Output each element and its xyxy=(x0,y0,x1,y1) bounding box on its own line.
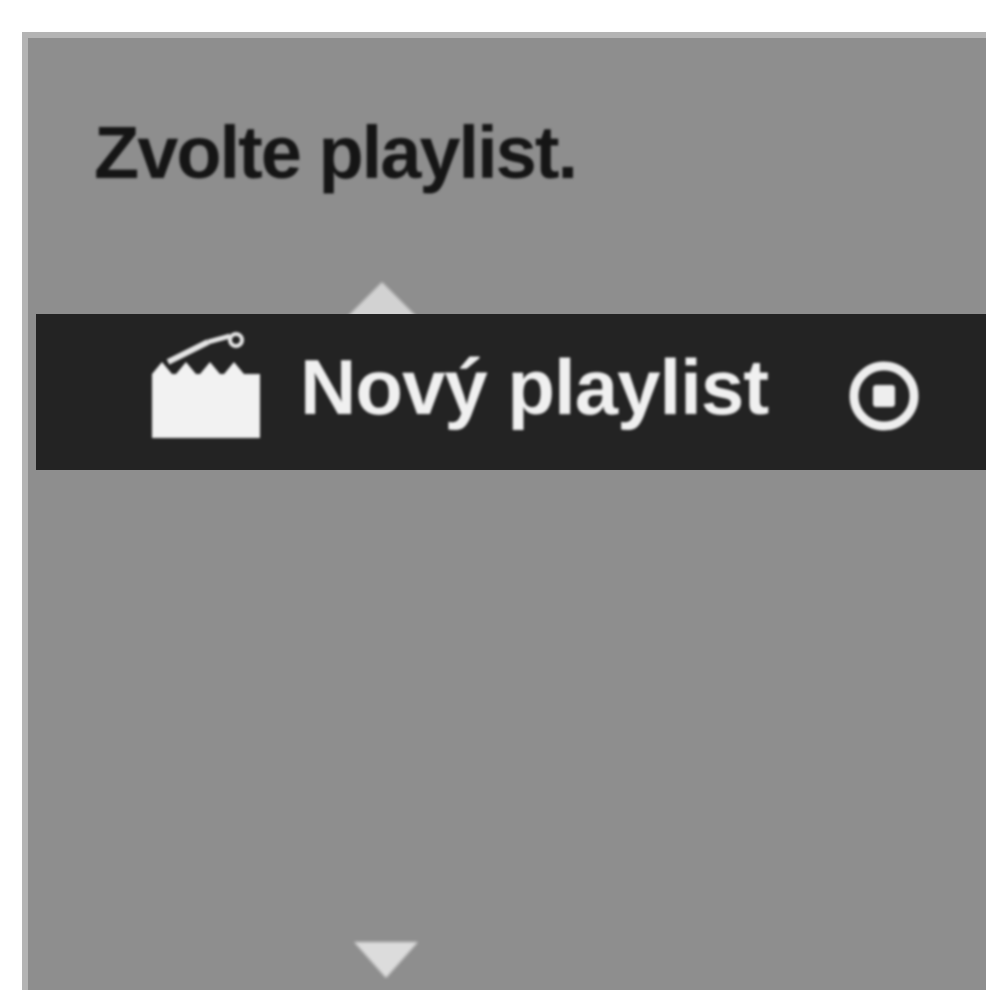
list-item-new-playlist[interactable]: Nový playlist xyxy=(36,314,986,470)
scroll-down-icon[interactable] xyxy=(354,942,418,978)
playlist-select-dialog: Zvolte playlist. Nový playlist xyxy=(22,32,986,990)
dialog-title: Zvolte playlist. xyxy=(94,111,578,194)
playlist-item-label: Nový playlist xyxy=(300,343,769,431)
new-playlist-icon xyxy=(152,332,260,438)
circle-dot-icon xyxy=(849,361,919,431)
